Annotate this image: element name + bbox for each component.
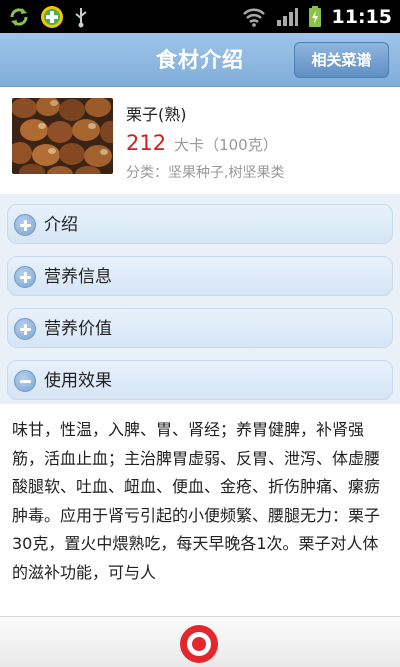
signal-icon [276,7,298,26]
calorie-value: 212 [126,131,167,155]
related-recipes-button[interactable]: 相关菜谱 [294,42,389,78]
section-nutrition-info[interactable]: 营养信息 [7,256,393,296]
section-list: 介绍 营养信息 营养价值 使用效果 味甘，性温，入脾、胃、肾经；养胃健脾，补肾强… [0,194,400,616]
section-effects-content: 味甘，性温，入脾、胃、肾经；养胃健脾，补肾强筋，活血止血；主治脾胃虚弱、反胃、泄… [0,404,400,616]
wifi-icon [242,8,265,27]
section-label: 营养价值 [44,319,112,339]
usb-icon [75,7,87,27]
section-label: 使用效果 [44,371,112,391]
status-bar: 11:15 [0,0,400,33]
section-effects[interactable]: 使用效果 [7,360,393,400]
section-nutrition-value[interactable]: 营养价值 [7,308,393,348]
food-info-card: 栗子(熟) 212 大卡（100克） 分类：坚果种子,树坚果类 [0,87,400,194]
app-icon [41,5,63,28]
battery-icon [308,5,321,27]
section-label: 介绍 [44,215,78,235]
effects-text: 味甘，性温，入脾、胃、肾经；养胃健脾，补肾强筋，活血止血；主治脾胃虚弱、反胃、泄… [12,420,381,582]
food-name: 栗子(熟) [126,105,187,124]
app-logo-icon[interactable] [179,624,219,664]
section-label: 营养信息 [44,267,112,287]
status-bar-time: 11:15 [331,5,392,28]
status-bar-system: 11:15 [242,4,392,29]
bottom-bar [0,616,400,667]
expand-plus-icon [14,318,36,340]
expand-plus-icon [14,266,36,288]
food-calories: 212 大卡（100克） [126,131,278,155]
sync-icon [10,7,28,26]
calorie-unit: 大卡（100克） [174,136,278,154]
chestnut-image [12,98,113,174]
title-bar: 食材介绍 相关菜谱 [0,33,400,87]
status-bar-notifications [8,4,88,29]
expand-plus-icon [14,214,36,236]
collapse-minus-icon [14,370,36,392]
food-category: 分类：坚果种子,树坚果类 [126,165,285,181]
section-intro[interactable]: 介绍 [7,204,393,244]
